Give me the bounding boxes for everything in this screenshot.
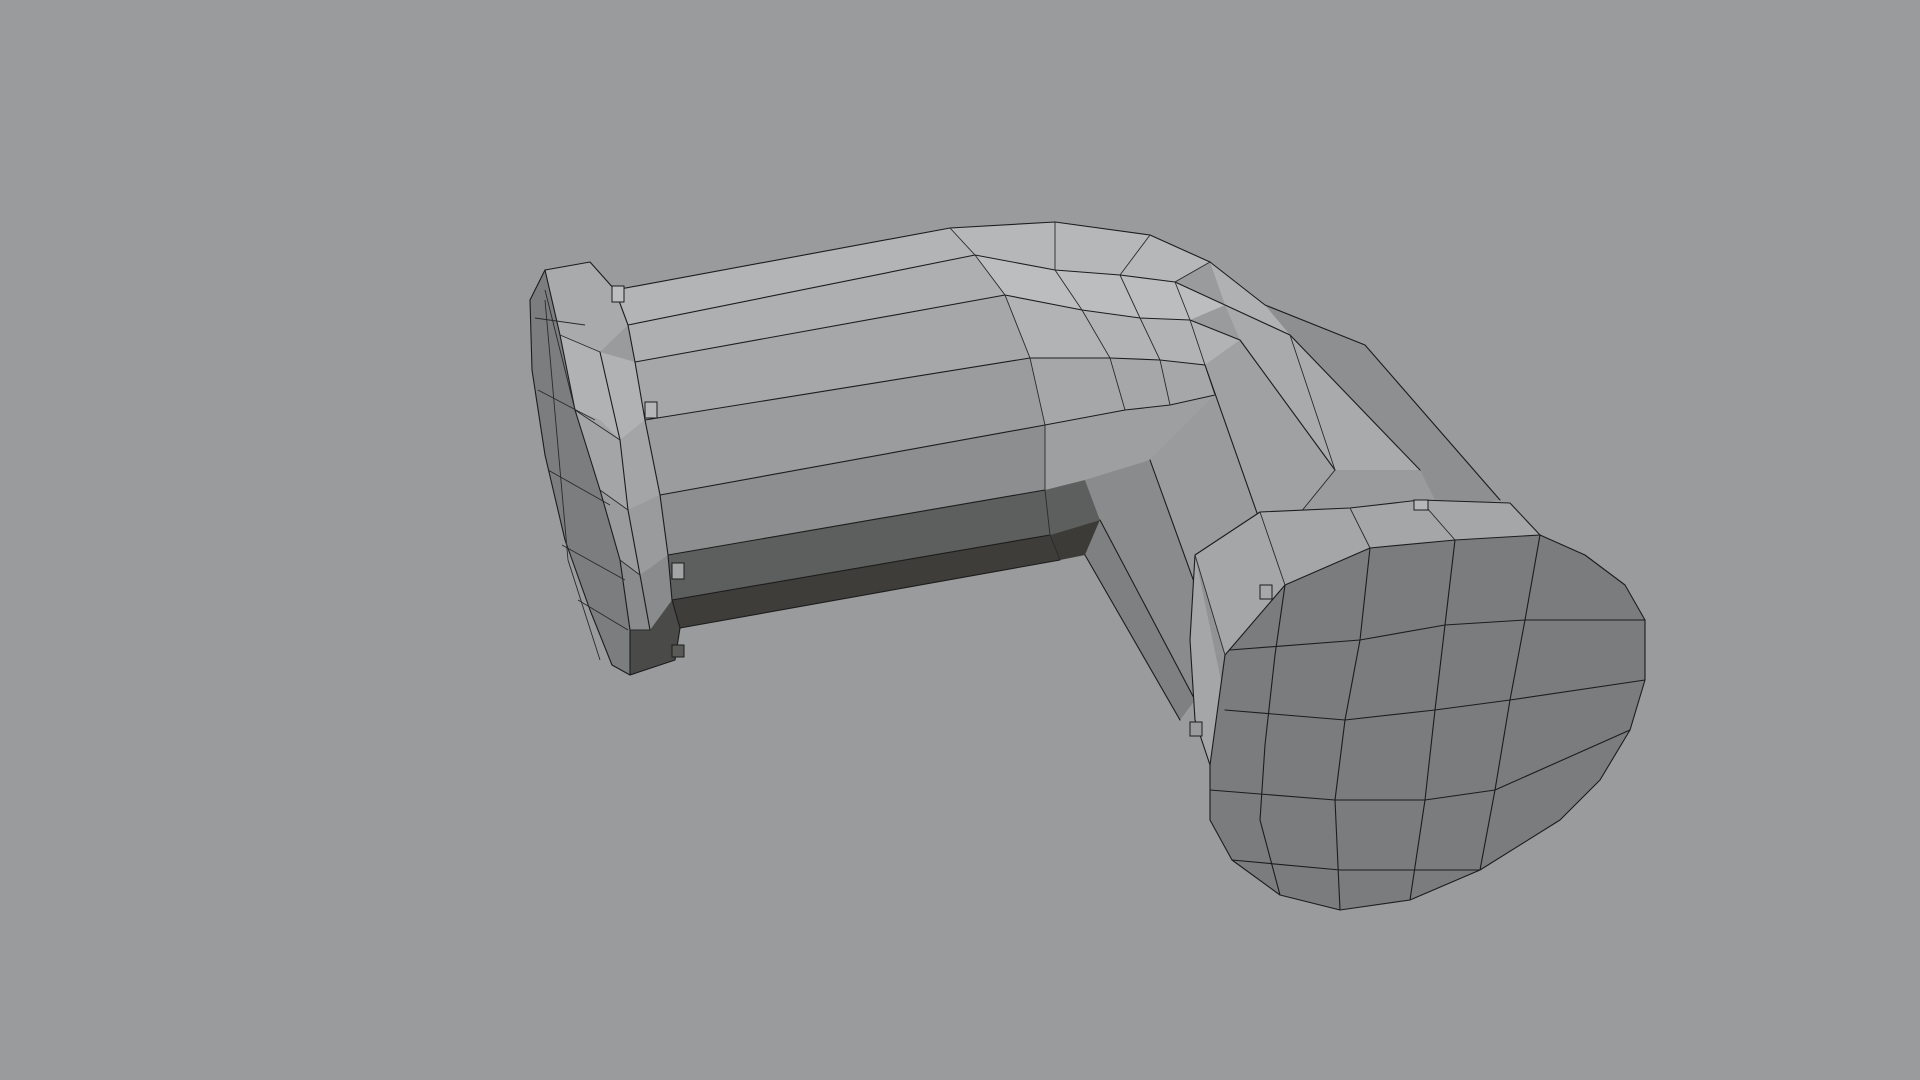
bolt-tab	[671, 562, 685, 580]
pipe-face-band	[1210, 262, 1365, 345]
bolt-tab	[1259, 584, 1273, 600]
3d-viewport[interactable]	[0, 0, 1920, 1080]
bolt-tab	[644, 401, 658, 419]
right-flange	[1189, 499, 1646, 911]
bolt-tab	[1413, 499, 1429, 511]
bolt-tab	[611, 285, 625, 303]
pipe-elbow-mesh	[529, 221, 1646, 911]
bolt-tab	[1189, 721, 1203, 737]
bolt-tab	[671, 644, 685, 658]
